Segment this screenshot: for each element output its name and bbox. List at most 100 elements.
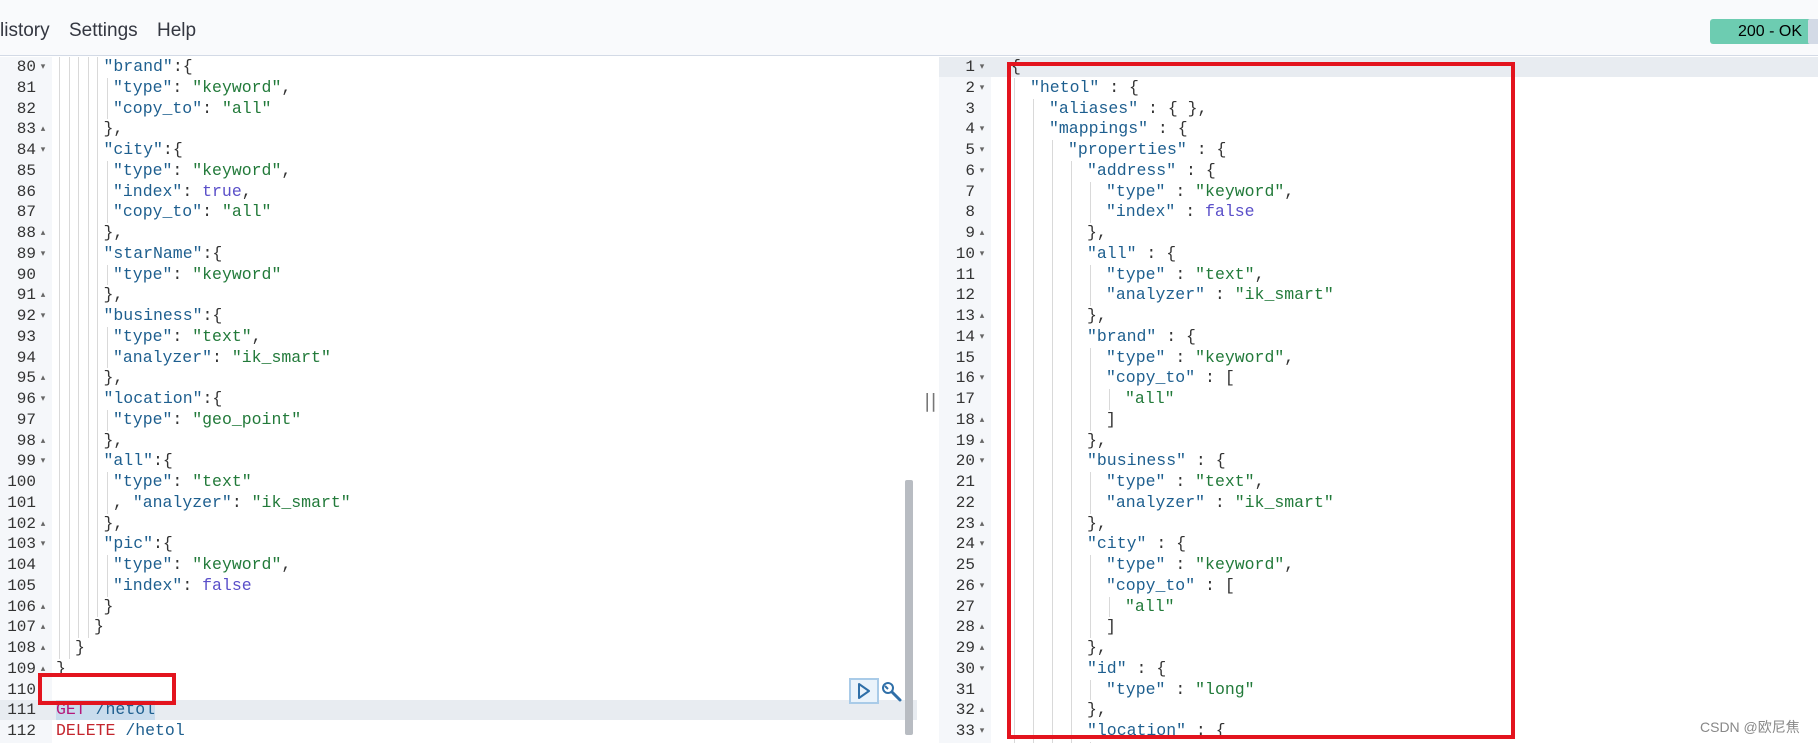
fold-toggle-icon[interactable]: ▴ — [976, 306, 988, 326]
run-request-button[interactable] — [849, 678, 879, 704]
request-code-line[interactable]: 89 ▾ "starName":{ — [0, 243, 917, 265]
fold-toggle-icon[interactable]: ▾ — [976, 78, 988, 98]
request-code-line[interactable]: 83 ▴}, — [0, 119, 917, 140]
request-code-line[interactable]: 111 GET /hetol — [0, 700, 917, 721]
response-code-line[interactable]: 7 "type" : "keyword", — [939, 181, 1818, 203]
response-code-line[interactable]: 8 "index" : false — [939, 202, 1818, 223]
response-code-line[interactable]: 31 "type" : "long" — [939, 679, 1818, 701]
response-code-line[interactable]: 29 ▴}, — [939, 638, 1818, 659]
request-code-line[interactable]: 91 ▴}, — [0, 285, 917, 306]
request-code-line[interactable]: 109 ▴} — [0, 659, 917, 679]
fold-toggle-icon[interactable]: ▾ — [37, 389, 49, 409]
response-code-line[interactable]: 27 "all" — [939, 596, 1818, 618]
response-code-line[interactable]: 6 ▾ "address" : { — [939, 160, 1818, 182]
request-code-line[interactable]: 96 ▾ "location":{ — [0, 389, 917, 410]
response-code-line[interactable]: 32 ▴}, — [939, 700, 1818, 721]
fold-toggle-icon[interactable]: ▾ — [976, 534, 988, 554]
fold-toggle-icon[interactable]: ▾ — [976, 327, 988, 347]
fold-toggle-icon[interactable]: ▴ — [37, 617, 49, 637]
fold-toggle-icon[interactable]: ▴ — [976, 514, 988, 534]
fold-toggle-icon[interactable]: ▾ — [976, 451, 988, 471]
request-code-line[interactable]: 92 ▾ "business":{ — [0, 306, 917, 327]
pane-splitter[interactable]: || — [918, 57, 939, 743]
response-code-line[interactable]: 28 ▴] — [939, 617, 1818, 638]
request-code-line[interactable]: 86 "index": true, — [0, 181, 917, 203]
response-code-line[interactable]: 13 ▴}, — [939, 306, 1818, 327]
response-code-line[interactable]: 12 "analyzer" : "ik_smart" — [939, 285, 1818, 306]
response-code-line[interactable]: 21 "type" : "text", — [939, 472, 1818, 493]
response-viewer[interactable]: 1 ▾{2 ▾ "hetol" : {3 "aliases" : { }, 4 ▾ "mapp… — [939, 57, 1818, 743]
request-code-line[interactable]: 102 ▴}, — [0, 513, 917, 535]
request-code-line[interactable]: 104 "type": "keyword", — [0, 555, 917, 576]
panel-toggle[interactable] — [1808, 19, 1818, 44]
fold-toggle-icon[interactable]: ▾ — [37, 534, 49, 554]
response-code-line[interactable]: 3 "aliases" : { }, — [939, 98, 1818, 120]
fold-toggle-icon[interactable]: ▴ — [976, 638, 988, 658]
fold-toggle-icon[interactable]: ▾ — [37, 306, 49, 326]
request-code-line[interactable]: 82 "copy_to": "all" — [0, 98, 917, 120]
request-settings-button[interactable] — [880, 680, 904, 704]
request-code-line[interactable]: 99 ▾ "all":{ — [0, 451, 917, 472]
request-code-line[interactable]: 87 "copy_to": "all" — [0, 202, 917, 223]
fold-toggle-icon[interactable]: ▴ — [976, 617, 988, 637]
request-code-line[interactable]: 88 ▴}, — [0, 223, 917, 244]
response-code-line[interactable]: 33 ▾ "location" : { — [939, 721, 1818, 742]
request-editor[interactable]: 80 ▾ "brand":{81 "type": "keyword", 82 "copy_… — [0, 57, 917, 743]
fold-toggle-icon[interactable]: ▴ — [976, 700, 988, 720]
fold-toggle-icon[interactable]: ▾ — [976, 119, 988, 139]
fold-toggle-icon[interactable]: ▾ — [976, 140, 988, 160]
menu-help[interactable]: Help — [157, 20, 196, 42]
response-code-line[interactable]: 5 ▾ "properties" : { — [939, 140, 1818, 161]
response-code-line[interactable]: 18 ▴] — [939, 409, 1818, 431]
fold-toggle-icon[interactable]: ▴ — [37, 368, 49, 388]
request-code-line[interactable]: 108 ▴} — [0, 638, 917, 659]
request-code-line[interactable]: 80 ▾ "brand":{ — [0, 57, 917, 78]
drag-handle-icon[interactable]: || — [924, 390, 937, 412]
fold-toggle-icon[interactable]: ▴ — [37, 659, 49, 679]
response-code-line[interactable]: 30 ▾ "id" : { — [939, 658, 1818, 680]
request-code-line[interactable]: 103 ▾ "pic":{ — [0, 534, 917, 555]
response-code-line[interactable]: 19 ▴}, — [939, 430, 1818, 452]
request-code-line[interactable]: 105 "index": false — [0, 575, 917, 597]
response-code-line[interactable]: 22 "analyzer" : "ik_smart" — [939, 492, 1818, 514]
response-code-line[interactable]: 9 ▴}, — [939, 223, 1818, 244]
request-code-line[interactable]: 93 "type": "text", — [0, 326, 917, 348]
fold-toggle-icon[interactable]: ▾ — [976, 57, 988, 77]
fold-toggle-icon[interactable]: ▴ — [976, 410, 988, 430]
fold-toggle-icon[interactable]: ▾ — [976, 244, 988, 264]
fold-toggle-icon[interactable]: ▾ — [976, 368, 988, 388]
request-code-line[interactable]: 101, "analyzer": "ik_smart" — [0, 492, 917, 514]
request-scrollbar[interactable] — [905, 480, 913, 735]
request-code-line[interactable]: 110 — [0, 680, 917, 700]
response-code-line[interactable]: 2 ▾ "hetol" : { — [939, 77, 1818, 99]
fold-toggle-icon[interactable]: ▴ — [37, 597, 49, 617]
fold-toggle-icon[interactable]: ▾ — [37, 244, 49, 264]
request-code-line[interactable]: 97 "type": "geo_point" — [0, 409, 917, 431]
request-code-line[interactable]: 90 "type": "keyword" — [0, 264, 917, 286]
fold-toggle-icon[interactable]: ▴ — [976, 431, 988, 451]
fold-toggle-icon[interactable]: ▴ — [37, 119, 49, 139]
fold-toggle-icon[interactable]: ▴ — [976, 223, 988, 243]
fold-toggle-icon[interactable]: ▴ — [37, 514, 49, 534]
fold-toggle-icon[interactable]: ▴ — [37, 638, 49, 658]
response-code-line[interactable]: 26 ▾ "copy_to" : [ — [939, 575, 1818, 597]
fold-toggle-icon[interactable]: ▴ — [37, 285, 49, 305]
fold-toggle-icon[interactable]: ▾ — [976, 576, 988, 596]
response-code-line[interactable]: 24 ▾ "city" : { — [939, 534, 1818, 555]
response-code-line[interactable]: 20 ▾ "business" : { — [939, 451, 1818, 472]
fold-toggle-icon[interactable]: ▾ — [37, 140, 49, 160]
request-code-line[interactable]: 106 ▴} — [0, 596, 917, 618]
menu-settings[interactable]: Settings — [69, 20, 138, 42]
response-code-line[interactable]: 10 ▾ "all" : { — [939, 243, 1818, 265]
fold-toggle-icon[interactable]: ▾ — [976, 659, 988, 679]
request-code-line[interactable]: 98 ▴}, — [0, 430, 917, 452]
fold-toggle-icon[interactable]: ▴ — [37, 223, 49, 243]
menu-history[interactable]: listory — [0, 20, 50, 42]
request-code-line[interactable]: 112 DELETE /hetol — [0, 721, 917, 741]
request-code-line[interactable]: 85 "type": "keyword", — [0, 160, 917, 182]
response-code-line[interactable]: 17 "all" — [939, 389, 1818, 410]
response-code-line[interactable]: 15 "type" : "keyword", — [939, 347, 1818, 369]
response-code-line[interactable]: 4 ▾ "mappings" : { — [939, 119, 1818, 140]
response-code-line[interactable]: 23 ▴}, — [939, 513, 1818, 535]
response-code-line[interactable]: 11 "type" : "text", — [939, 264, 1818, 286]
